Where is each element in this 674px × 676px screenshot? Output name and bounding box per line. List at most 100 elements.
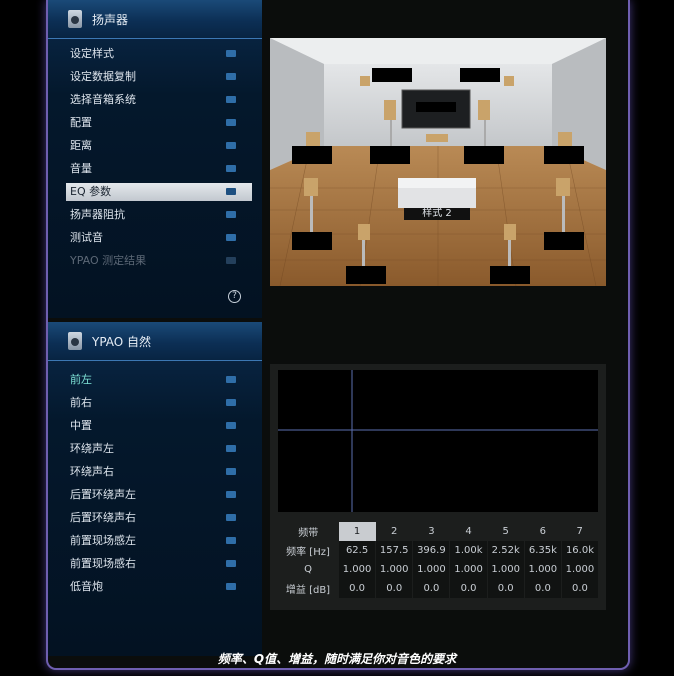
- ypao-channel-item-label: 前右: [70, 396, 92, 409]
- folder-icon: [226, 537, 236, 544]
- ypao-channel-item[interactable]: 环绕声左: [66, 440, 252, 458]
- speaker-menu-item[interactable]: 距离: [66, 137, 252, 155]
- speaker-menu-item-label: 距离: [70, 139, 92, 152]
- gain-row-label: 增益 [dB]: [285, 585, 331, 596]
- eq-band-button-6[interactable]: 6: [524, 522, 561, 541]
- folder-icon: [226, 399, 236, 406]
- speaker-menu-item[interactable]: EQ 参数: [66, 183, 252, 201]
- pattern-label: 样式 2: [422, 208, 452, 219]
- eq-gain-row: 增益 [dB] 0.0 0.0 0.0 0.0 0.0 0.0 0.0: [278, 579, 598, 598]
- eq-gain-cell-7[interactable]: 0.0: [560, 579, 598, 598]
- folder-icon: [226, 119, 236, 126]
- ypao-channel-item[interactable]: 前右: [66, 394, 252, 412]
- speaker-menu-item-label: 设定样式: [70, 47, 114, 60]
- eq-band-button-2[interactable]: 2: [376, 522, 413, 541]
- eq-gain-cell-1[interactable]: 0.0: [337, 579, 376, 598]
- eq-band-button-3[interactable]: 3: [413, 522, 450, 541]
- speaker-panel-header: 扬声器: [48, 0, 262, 39]
- speaker-menu-item-label: 测试音: [70, 231, 103, 244]
- ypao-channel-item[interactable]: 前置现场感右: [66, 555, 252, 573]
- speaker-menu-item[interactable]: 测试音: [66, 229, 252, 247]
- eq-band-button-1[interactable]: 1: [338, 522, 376, 541]
- eq-q-cell-2[interactable]: 1.000: [375, 560, 413, 579]
- ypao-channel-item[interactable]: 后置环绕声右: [66, 509, 252, 527]
- ypao-channel-item-label: 中置: [70, 419, 92, 432]
- speaker-menu-item[interactable]: 配置: [66, 114, 252, 132]
- folder-icon: [226, 211, 236, 218]
- speaker-menu-item[interactable]: 音量: [66, 160, 252, 178]
- folder-icon: [226, 142, 236, 149]
- speaker-menu-item[interactable]: 设定数据复制: [66, 68, 252, 86]
- ypao-channel-panel: YPAO 自然 前左前右中置环绕声左环绕声右后置环绕声左后置环绕声右前置现场感左…: [48, 322, 262, 656]
- folder-icon: [226, 234, 236, 241]
- eq-band-button-7[interactable]: 7: [561, 522, 598, 541]
- frequency-row-label: 频率 [Hz]: [286, 547, 330, 558]
- folder-icon: [226, 445, 236, 452]
- eq-q-cell-6[interactable]: 1.000: [523, 560, 562, 579]
- eq-table: 频带 1234567 频率 [Hz] 62.5 157.5 396.9 1.00k 2.…: [278, 522, 598, 598]
- caption-text: 频率、Q值、增益，随时满足你对音色的要求: [217, 652, 457, 666]
- eq-gain-cell-3[interactable]: 0.0: [412, 579, 450, 598]
- ypao-channel-item[interactable]: 前置现场感左: [66, 532, 252, 550]
- eq-frequency-cell-4[interactable]: 1.00k: [449, 541, 488, 560]
- eq-parameter-area: 频带 1234567 频率 [Hz] 62.5 157.5 396.9 1.00k 2.…: [270, 364, 606, 610]
- folder-icon: [226, 491, 236, 498]
- eq-frequency-cell-1[interactable]: 62.5: [337, 541, 376, 560]
- folder-icon: [226, 188, 236, 195]
- eq-q-cell-1[interactable]: 1.000: [337, 560, 376, 579]
- ypao-channel-item-label: 前左: [70, 373, 92, 386]
- folder-icon: [226, 422, 236, 429]
- folder-icon: [226, 50, 236, 57]
- ypao-channel-item[interactable]: 后置环绕声左: [66, 486, 252, 504]
- speaker-menu-item-label: 设定数据复制: [70, 70, 136, 83]
- folder-icon: [226, 73, 236, 80]
- eq-q-cell-5[interactable]: 1.000: [486, 560, 525, 579]
- ypao-panel-header: YPAO 自然: [48, 322, 262, 361]
- speaker-menu-item[interactable]: 扬声器阻抗: [66, 206, 252, 224]
- eq-gain-cell-2[interactable]: 0.0: [375, 579, 413, 598]
- eq-frequency-cell-5[interactable]: 2.52k: [486, 541, 525, 560]
- folder-icon: [226, 514, 236, 521]
- eq-band-button-4[interactable]: 4: [450, 522, 487, 541]
- ypao-channel-item-label: 低音炮: [70, 580, 103, 593]
- ypao-channel-item-label: 环绕声右: [70, 465, 114, 478]
- eq-gain-cell-5[interactable]: 0.0: [486, 579, 525, 598]
- speaker-layout-image: 样式 2: [270, 38, 606, 286]
- eq-q-cell-3[interactable]: 1.000: [412, 560, 450, 579]
- eq-graph: [278, 370, 598, 512]
- eq-frequency-cell-6[interactable]: 6.35k: [523, 541, 562, 560]
- eq-band-button-5[interactable]: 5: [487, 522, 524, 541]
- speaker-menu-item-label: YPAO 测定结果: [70, 254, 147, 267]
- ypao-channel-item-label: 后置环绕声左: [70, 488, 136, 501]
- folder-icon: [226, 96, 236, 103]
- speaker-menu-panel: 扬声器 设定样式设定数据复制 选择音箱系统配置距离音量 EQ 参数扬声器阻抗测试音 Y…: [48, 0, 262, 318]
- eq-q-row: Q 1.000 1.000 1.000 1.000 1.000 1.000 1.000: [278, 560, 598, 579]
- eq-q-cell-7[interactable]: 1.000: [560, 560, 598, 579]
- help-icon[interactable]: ?: [228, 290, 241, 303]
- ypao-channel-item[interactable]: 前左: [66, 371, 252, 389]
- eq-frequency-cell-3[interactable]: 396.9: [412, 541, 450, 560]
- speaker-menu-item[interactable]: 选择音箱系统: [66, 91, 252, 109]
- speaker-panel-title: 扬声器: [92, 13, 129, 27]
- ypao-channel-item-label: 前置现场感右: [70, 557, 136, 570]
- speaker-menu-item-label: 音量: [70, 162, 92, 175]
- folder-icon: [226, 468, 236, 475]
- eq-gain-cell-4[interactable]: 0.0: [449, 579, 488, 598]
- app-window: 扬声器 设定样式设定数据复制 选择音箱系统配置距离音量 EQ 参数扬声器阻抗测试音 Y…: [46, 0, 630, 670]
- ypao-channel-item[interactable]: 中置: [66, 417, 252, 435]
- folder-icon: [226, 583, 236, 590]
- eq-frequency-cell-7[interactable]: 16.0k: [560, 541, 598, 560]
- speaker-menu-item: YPAO 测定结果: [66, 252, 252, 270]
- ypao-channel-item[interactable]: 环绕声右: [66, 463, 252, 481]
- eq-band-row: 频带 1234567: [278, 522, 598, 541]
- q-row-label: Q: [304, 564, 312, 575]
- eq-q-cell-4[interactable]: 1.000: [449, 560, 488, 579]
- eq-gain-cell-6[interactable]: 0.0: [523, 579, 562, 598]
- ypao-channel-item[interactable]: 低音炮: [66, 578, 252, 596]
- folder-icon: [226, 257, 236, 264]
- speaker-menu-item[interactable]: 设定样式: [66, 45, 252, 63]
- speaker-menu-item-label: 选择音箱系统: [70, 93, 136, 106]
- eq-frequency-cell-2[interactable]: 157.5: [375, 541, 413, 560]
- speaker-icon: [68, 10, 82, 28]
- ypao-channel-item-label: 前置现场感左: [70, 534, 136, 547]
